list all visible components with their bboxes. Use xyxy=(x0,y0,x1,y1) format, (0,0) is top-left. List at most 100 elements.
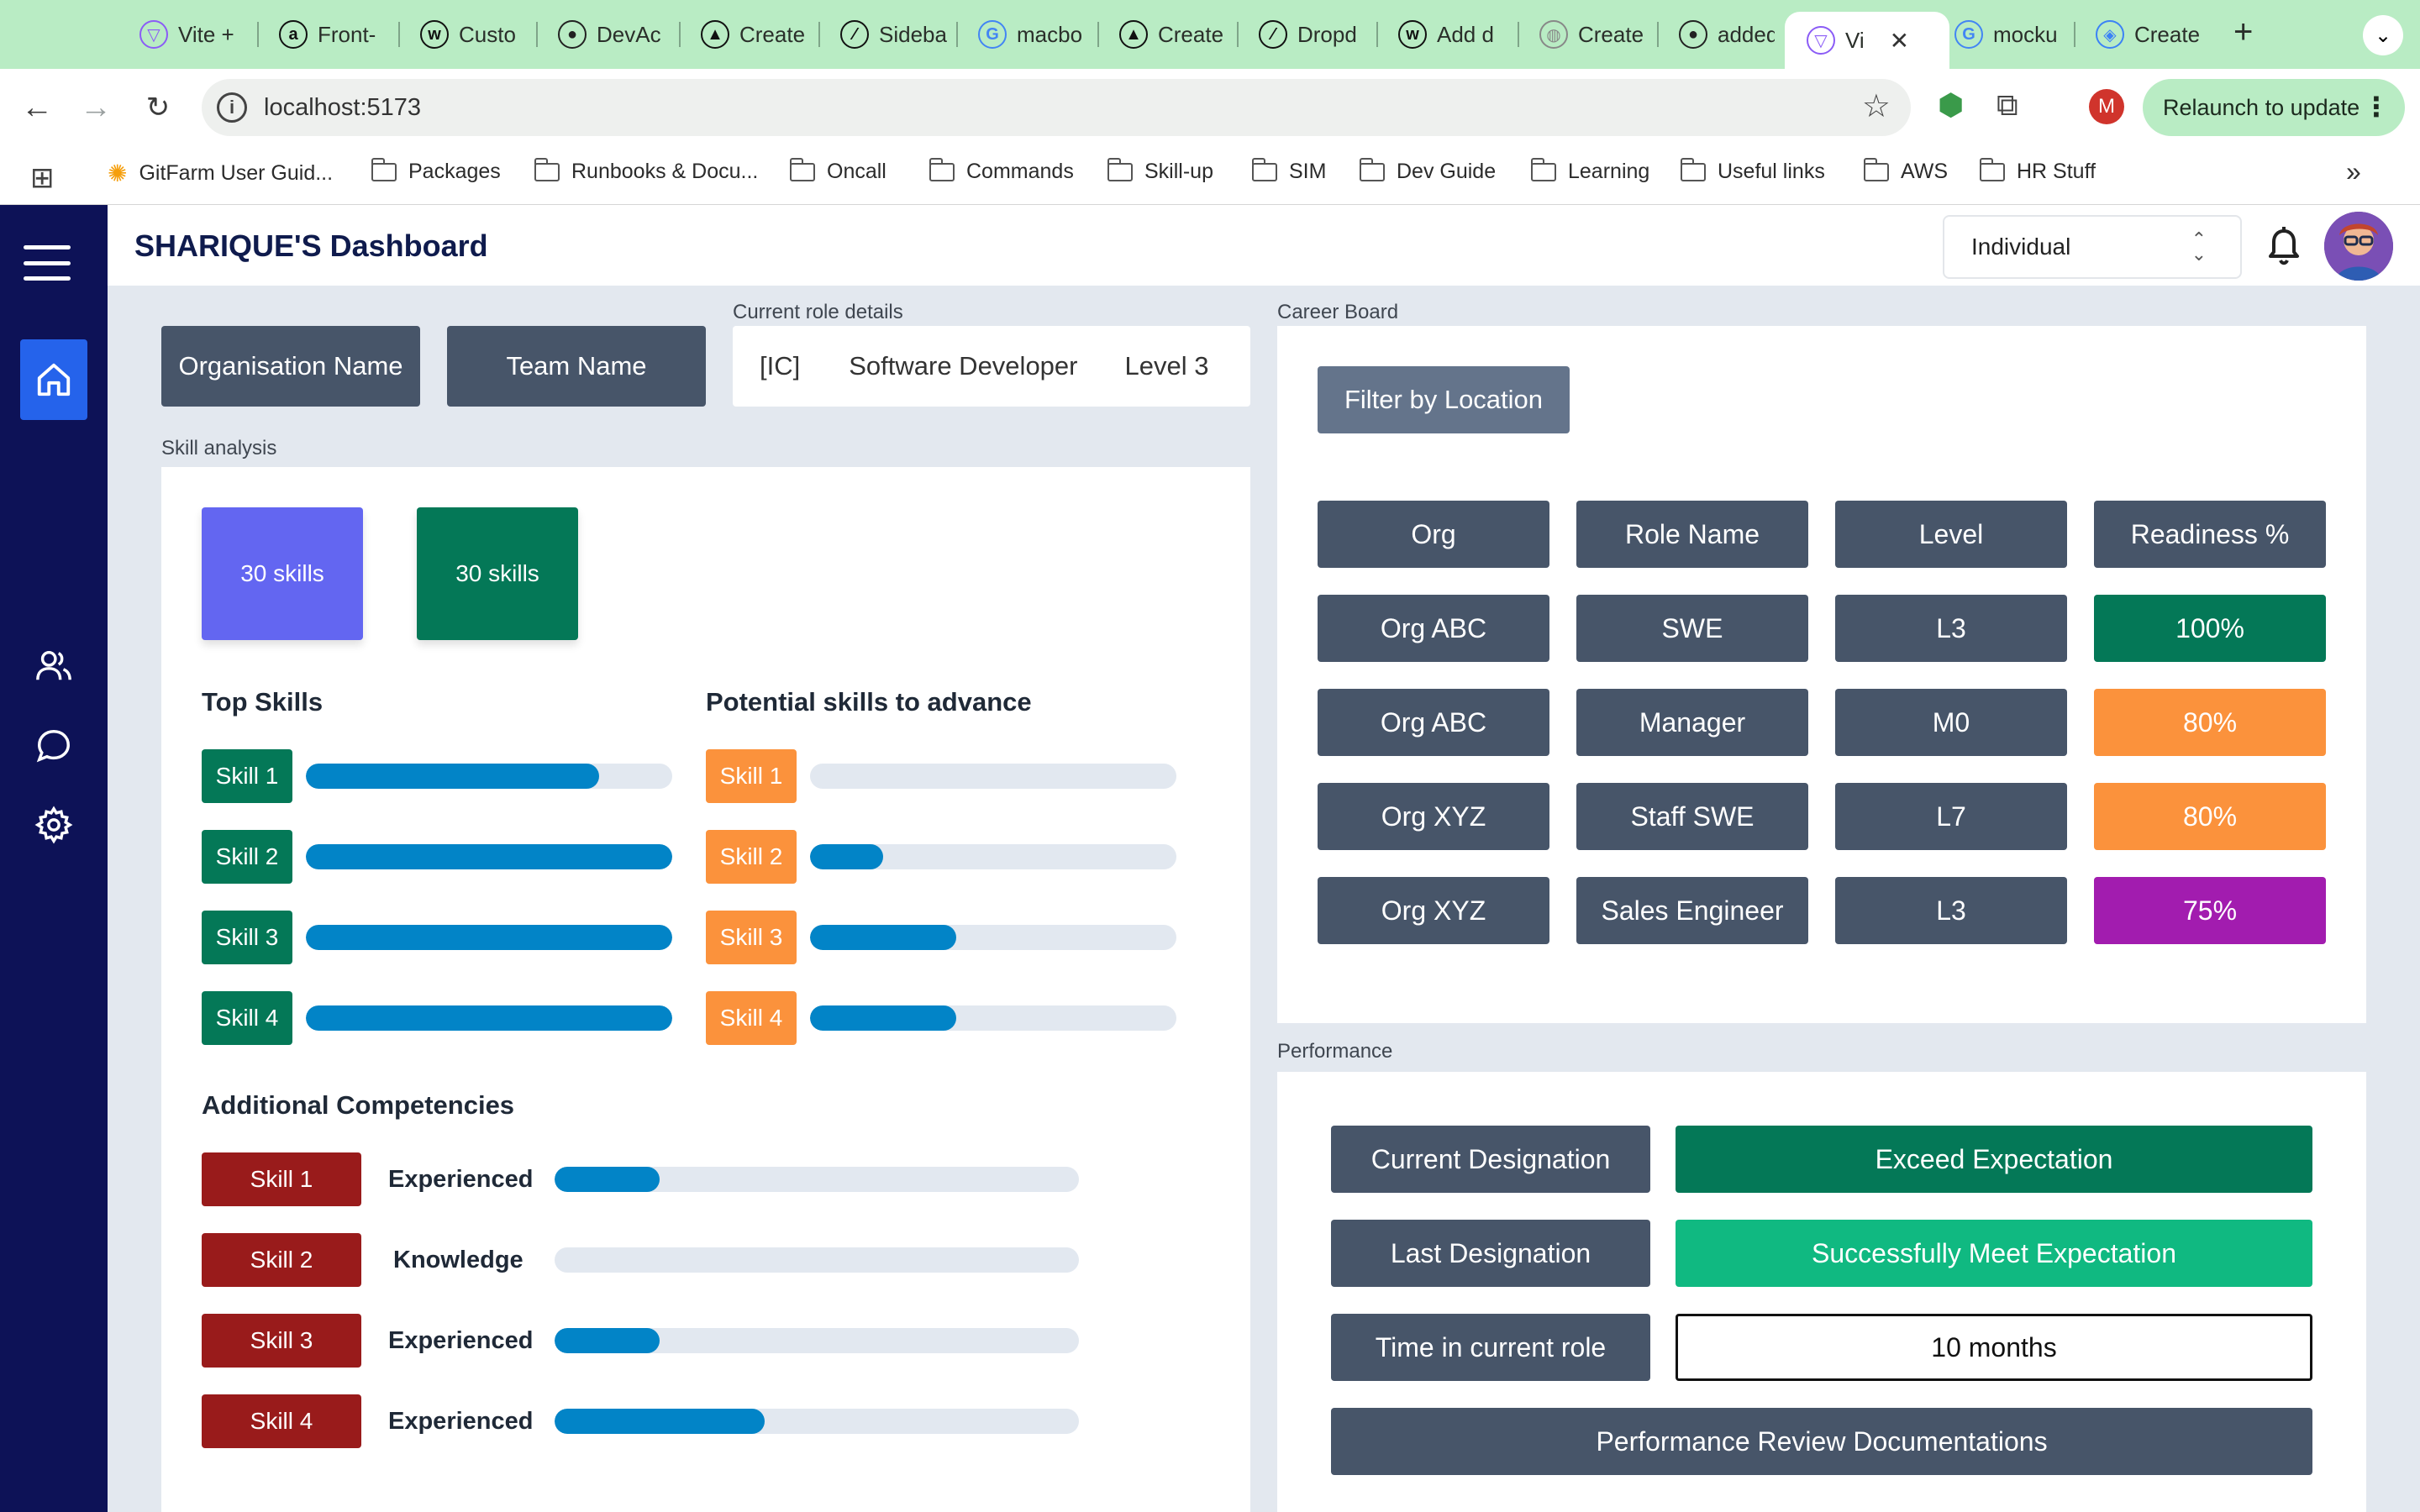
bookmark-label: Skill-up xyxy=(1144,160,1213,183)
browser-tab[interactable]: a Front- xyxy=(260,15,387,54)
browser-tab[interactable]: w Add d xyxy=(1380,15,1506,54)
browser-tab[interactable]: ▲ Create xyxy=(682,15,808,54)
bookmark-item[interactable]: Commands xyxy=(929,157,1074,184)
bookmark-item[interactable]: Oncall xyxy=(789,157,886,184)
folder-icon xyxy=(1863,157,1889,181)
tab-separator xyxy=(1657,22,1659,47)
bookmark-label: Runbooks & Docu... xyxy=(571,160,759,183)
career-board-label: Career Board xyxy=(1277,301,1399,323)
readiness-cell: 100% xyxy=(2094,595,2326,662)
bookmark-item[interactable]: Runbooks & Docu... xyxy=(534,157,759,184)
notification-bell-icon[interactable] xyxy=(2264,223,2304,271)
browser-tab[interactable]: ● added xyxy=(1660,15,1775,54)
site-info-icon[interactable]: i xyxy=(217,92,247,123)
browser-tab-label: Front- xyxy=(318,21,376,47)
menu-icon[interactable] xyxy=(24,245,71,281)
skill-progress-fill xyxy=(306,764,599,789)
close-tab-icon[interactable]: ✕ xyxy=(1890,27,1909,55)
relaunch-label: Relaunch to update xyxy=(2163,94,2360,120)
skills-count-card: 30 skills xyxy=(417,507,578,640)
address-bar[interactable]: i localhost:5173 ☆ xyxy=(202,79,1911,136)
readiness-cell: 75% xyxy=(2094,877,2326,944)
profile-avatar[interactable]: M xyxy=(2089,89,2124,124)
bookmark-item[interactable]: ✺ GitFarm User Guid... xyxy=(108,160,333,187)
reload-icon[interactable]: ↻ xyxy=(138,87,178,128)
sidebar-item-users[interactable] xyxy=(20,632,87,699)
performance-label: Performance xyxy=(1277,1040,1393,1063)
browser-tab[interactable]: ▲ Create xyxy=(1101,15,1227,54)
skill-progress-bar xyxy=(555,1167,1079,1192)
role-details-box: [IC] Software Developer Level 3 xyxy=(733,326,1250,407)
bookmarks-more-icon[interactable]: » xyxy=(2346,156,2361,187)
performance-docs-button[interactable]: Performance Review Documentations xyxy=(1331,1408,2312,1475)
sidebar-item-home[interactable] xyxy=(20,339,87,420)
skill-chip: Skill 3 xyxy=(202,1314,361,1368)
bookmark-item[interactable]: HR Stuff xyxy=(1979,157,2096,184)
address-url[interactable]: localhost:5173 xyxy=(264,94,421,122)
gear-icon xyxy=(34,806,73,844)
bookmark-item[interactable]: Useful links xyxy=(1680,157,1825,184)
browser-tab-label: Sideba xyxy=(879,21,947,47)
bookmark-item[interactable]: Skill-up xyxy=(1107,157,1213,184)
new-tab-button[interactable]: + xyxy=(2233,13,2253,51)
browser-tab-label: Create xyxy=(1578,21,1644,47)
page-title: SHARIQUE'S Dashboard xyxy=(134,228,488,263)
tab-separator xyxy=(1518,22,1519,47)
browser-menu-icon[interactable]: ⋮ xyxy=(2363,91,2390,123)
bookmark-item[interactable]: AWS xyxy=(1863,157,1948,184)
career-org-cell: Org XYZ xyxy=(1318,877,1549,944)
bookmark-item[interactable]: Packages xyxy=(371,157,501,184)
bookmark-item[interactable]: Learning xyxy=(1530,157,1649,184)
extension-leaf-icon[interactable]: ⬢ xyxy=(1938,87,1964,123)
browser-tab[interactable]: Gmacbo xyxy=(960,15,1086,54)
bookmark-item[interactable]: SIM xyxy=(1251,157,1326,184)
view-select[interactable]: Individual ⌃ ⌄ xyxy=(1943,215,2242,279)
skill-analysis-label: Skill analysis xyxy=(161,437,277,459)
tab-search-button[interactable]: ⌄ xyxy=(2363,15,2403,55)
folder-icon xyxy=(371,157,397,181)
browser-tab[interactable]: ● DevAc xyxy=(539,15,666,54)
browser-tab[interactable]: ▽ Vite + xyxy=(121,15,247,54)
back-icon[interactable]: ← xyxy=(17,87,57,128)
browser-tab[interactable]: ◈ Create xyxy=(2077,15,2203,54)
apps-grid-icon[interactable]: ⊞ xyxy=(30,161,55,195)
tab-separator xyxy=(2074,22,2075,47)
skill-progress-bar xyxy=(306,764,672,789)
browser-tab[interactable]: ▽ Vi ✕ xyxy=(1785,12,1949,69)
sidebar-item-messages[interactable] xyxy=(20,712,87,780)
folder-icon xyxy=(1359,157,1385,181)
browser-tab[interactable]: ◍ Create xyxy=(1521,15,1647,54)
gitfarm-icon: ✺ xyxy=(108,160,128,186)
bookmark-label: Dev Guide xyxy=(1397,160,1497,183)
bookmark-label: GitFarm User Guid... xyxy=(139,161,334,185)
slash-icon: ⁄ xyxy=(1259,20,1287,49)
bookmark-star-icon[interactable]: ☆ xyxy=(1862,87,1891,125)
organisation-name-button[interactable]: Organisation Name xyxy=(161,326,420,407)
skill-progress-bar xyxy=(306,844,672,869)
browser-tab[interactable]: ⁄ Sideba xyxy=(822,15,948,54)
browser-tab-label: Custo xyxy=(459,21,516,47)
browser-tab-label: Create xyxy=(1158,21,1224,47)
skill-progress-bar xyxy=(555,1247,1079,1273)
browser-tab[interactable]: w Custo xyxy=(402,15,528,54)
folder-icon xyxy=(1979,157,2005,181)
bookmark-label: Packages xyxy=(408,160,501,183)
filter-location-button[interactable]: Filter by Location xyxy=(1318,366,1570,433)
browser-tab[interactable]: ⁄ Dropd xyxy=(1240,15,1366,54)
skill-progress-bar xyxy=(810,1005,1176,1031)
potential-skills-title: Potential skills to advance xyxy=(706,687,1032,717)
relaunch-button[interactable]: Relaunch to update ⋮ xyxy=(2143,79,2405,136)
skill-progress-fill xyxy=(555,1328,660,1353)
tab-separator xyxy=(956,22,958,47)
chevron-updown-icon: ⌃ ⌄ xyxy=(2191,228,2207,265)
user-avatar[interactable] xyxy=(2324,212,2393,281)
extensions-puzzle-icon[interactable]: ⧉ xyxy=(1996,87,2018,123)
skill-chip: Skill 4 xyxy=(202,1394,361,1448)
bookmark-item[interactable]: Dev Guide xyxy=(1359,157,1497,184)
team-name-button[interactable]: Team Name xyxy=(447,326,706,407)
browser-tab[interactable]: Gmocku xyxy=(1936,15,2062,54)
forward-icon[interactable]: → xyxy=(76,87,116,128)
sidebar-item-settings[interactable] xyxy=(20,791,87,858)
browser-tab-label: added xyxy=(1718,21,1775,47)
google-icon: G xyxy=(1954,20,1983,49)
